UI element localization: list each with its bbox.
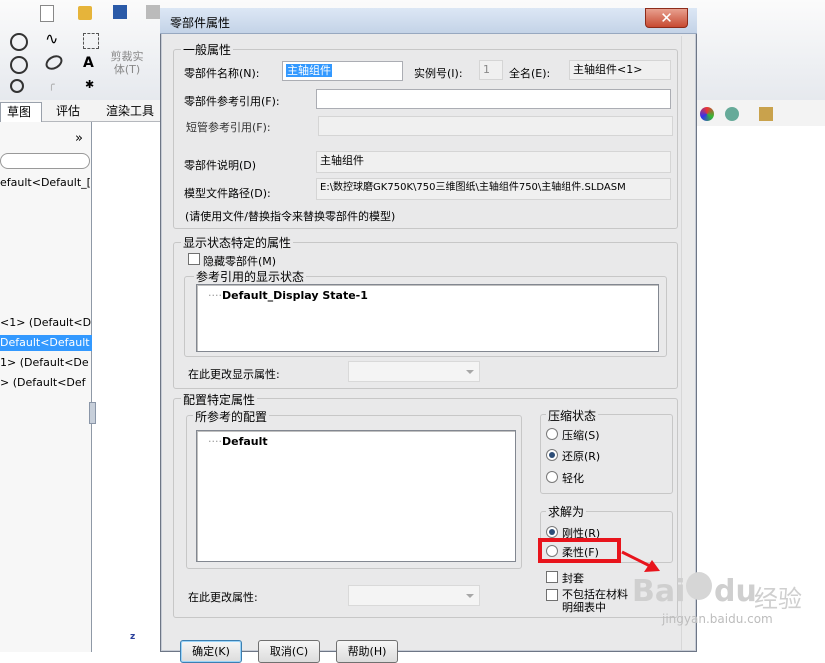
tree-item[interactable]: <1> (Default<D xyxy=(0,315,92,331)
config-tree-branch: ···· xyxy=(208,435,222,448)
component-name-label: 零部件名称(N): xyxy=(184,67,260,80)
appearance-icon[interactable] xyxy=(700,107,714,121)
new-file-icon[interactable] xyxy=(40,5,54,22)
watermark-logo: Bai du 经验 jingyan.baidu.com xyxy=(632,572,802,626)
config-list[interactable]: ···· Default xyxy=(196,430,516,562)
model-path-field: E:\数控球磨GK750K\750三维图纸\主轴组件750\主轴组件.SLDAS… xyxy=(316,178,671,200)
config-legend: 配置特定属性 xyxy=(181,391,258,408)
spline-tool-icon[interactable]: ∿ xyxy=(45,31,59,47)
short-reference-label: 短管参考引用(F): xyxy=(186,121,271,134)
envelope-checkbox[interactable] xyxy=(546,571,558,583)
grid-tool-icon[interactable] xyxy=(83,33,99,49)
tab-sketch[interactable]: 草图 xyxy=(0,102,42,122)
display-state-legend: 显示状态特定的属性 xyxy=(181,234,294,251)
reference-label: 零部件参考引用(F): xyxy=(184,95,280,108)
short-reference-field xyxy=(318,116,673,136)
collapse-panel-button[interactable]: » xyxy=(75,131,83,146)
polygon-tool-icon[interactable] xyxy=(10,56,28,74)
text-tool-icon[interactable]: A xyxy=(83,55,97,71)
print-icon[interactable] xyxy=(146,5,160,19)
save-icon[interactable] xyxy=(113,5,127,19)
scene-icon[interactable] xyxy=(725,107,739,121)
instance-id-field: 1 xyxy=(479,60,503,80)
tab-render-tools[interactable]: 渲染工具 xyxy=(100,102,160,122)
change-display-label: 在此更改显示属性: xyxy=(188,368,280,381)
display-settings-icon[interactable] xyxy=(759,107,773,121)
tree-item[interactable]: > (Default<Def xyxy=(0,375,92,391)
ellipse-tool-icon[interactable] xyxy=(42,52,66,73)
suppressed-radio[interactable] xyxy=(546,428,558,440)
suppression-group xyxy=(540,414,673,494)
circle-tool-icon[interactable] xyxy=(10,33,28,51)
paw-icon xyxy=(686,572,712,600)
suppression-legend: 压缩状态 xyxy=(546,407,599,424)
resolved-label: 还原(R) xyxy=(562,450,601,463)
envelope-label: 封套 xyxy=(562,572,584,585)
hide-component-label: 隐藏零部件(M) xyxy=(203,255,277,268)
display-state-item[interactable]: Default_Display State-1 xyxy=(222,289,368,302)
tree-item[interactable]: efault<Default_[ xyxy=(0,175,92,191)
trim-body-button[interactable]: 剪裁实体(T) xyxy=(107,50,147,76)
display-state-ref-legend: 参考引用的显示状态 xyxy=(194,268,307,285)
feature-manager-panel: » efault<Default_[ <1> (Default<D Defaul… xyxy=(0,122,96,652)
change-config-label: 在此更改属性: xyxy=(188,591,258,604)
view-toolbar xyxy=(697,104,825,126)
exclude-bom-checkbox[interactable] xyxy=(546,589,558,601)
close-button[interactable]: ✕ xyxy=(645,8,688,28)
full-name-label: 全名(E): xyxy=(509,67,551,80)
tree-item-selected[interactable]: Default<Default xyxy=(0,335,92,351)
tree-item[interactable]: 1> (Default<De xyxy=(0,355,92,371)
dialog-title: 零部件属性 xyxy=(170,16,231,30)
description-label: 零部件说明(D) xyxy=(184,159,257,172)
tree-filter-input[interactable] xyxy=(0,153,90,169)
chevron-down-icon xyxy=(466,594,474,598)
lightweight-radio[interactable] xyxy=(546,471,558,483)
point-tool-icon[interactable] xyxy=(10,79,24,93)
change-display-select[interactable] xyxy=(348,361,480,382)
replace-note: (请使用文件/替换指令来替换零部件的模型) xyxy=(185,210,396,223)
fillet-tool-icon[interactable]: ╭ xyxy=(48,78,62,92)
lightweight-label: 轻化 xyxy=(562,472,584,485)
display-state-list[interactable]: ···· Default_Display State-1 xyxy=(196,284,659,352)
general-properties-legend: 一般属性 xyxy=(181,41,234,58)
reference-input[interactable] xyxy=(316,89,671,109)
full-name-field: 主轴组件<1> xyxy=(569,60,671,80)
chevron-down-icon xyxy=(466,370,474,374)
component-name-input[interactable]: 主轴组件 xyxy=(282,61,403,81)
panel-splitter-handle[interactable] xyxy=(89,402,96,424)
exclude-bom-label: 不包括在材料明细表中 xyxy=(562,588,628,614)
dialog-title-bar[interactable] xyxy=(160,8,697,34)
description-field: 主轴组件 xyxy=(316,151,671,173)
z-axis-indicator: z xyxy=(130,632,136,642)
dialog-scrollbar[interactable] xyxy=(681,36,695,650)
model-path-label: 模型文件路径(D): xyxy=(184,187,271,200)
highlight-box xyxy=(538,538,621,563)
rigid-radio[interactable] xyxy=(546,526,558,538)
open-folder-icon[interactable] xyxy=(78,6,92,20)
instance-id-label: 实例号(I): xyxy=(414,67,463,80)
tab-evaluate[interactable]: 评估 xyxy=(50,102,86,122)
resolved-radio[interactable] xyxy=(546,449,558,461)
referenced-config-legend: 所参考的配置 xyxy=(193,408,270,425)
display-state-tree-branch: ···· xyxy=(208,289,222,302)
close-icon: ✕ xyxy=(660,9,673,27)
star-tool-icon[interactable]: ✱ xyxy=(85,78,99,92)
solve-as-legend: 求解为 xyxy=(546,503,587,520)
change-config-select[interactable] xyxy=(348,585,480,606)
suppressed-label: 压缩(S) xyxy=(562,429,600,442)
config-item[interactable]: Default xyxy=(222,435,268,448)
hide-component-checkbox[interactable] xyxy=(188,253,200,265)
